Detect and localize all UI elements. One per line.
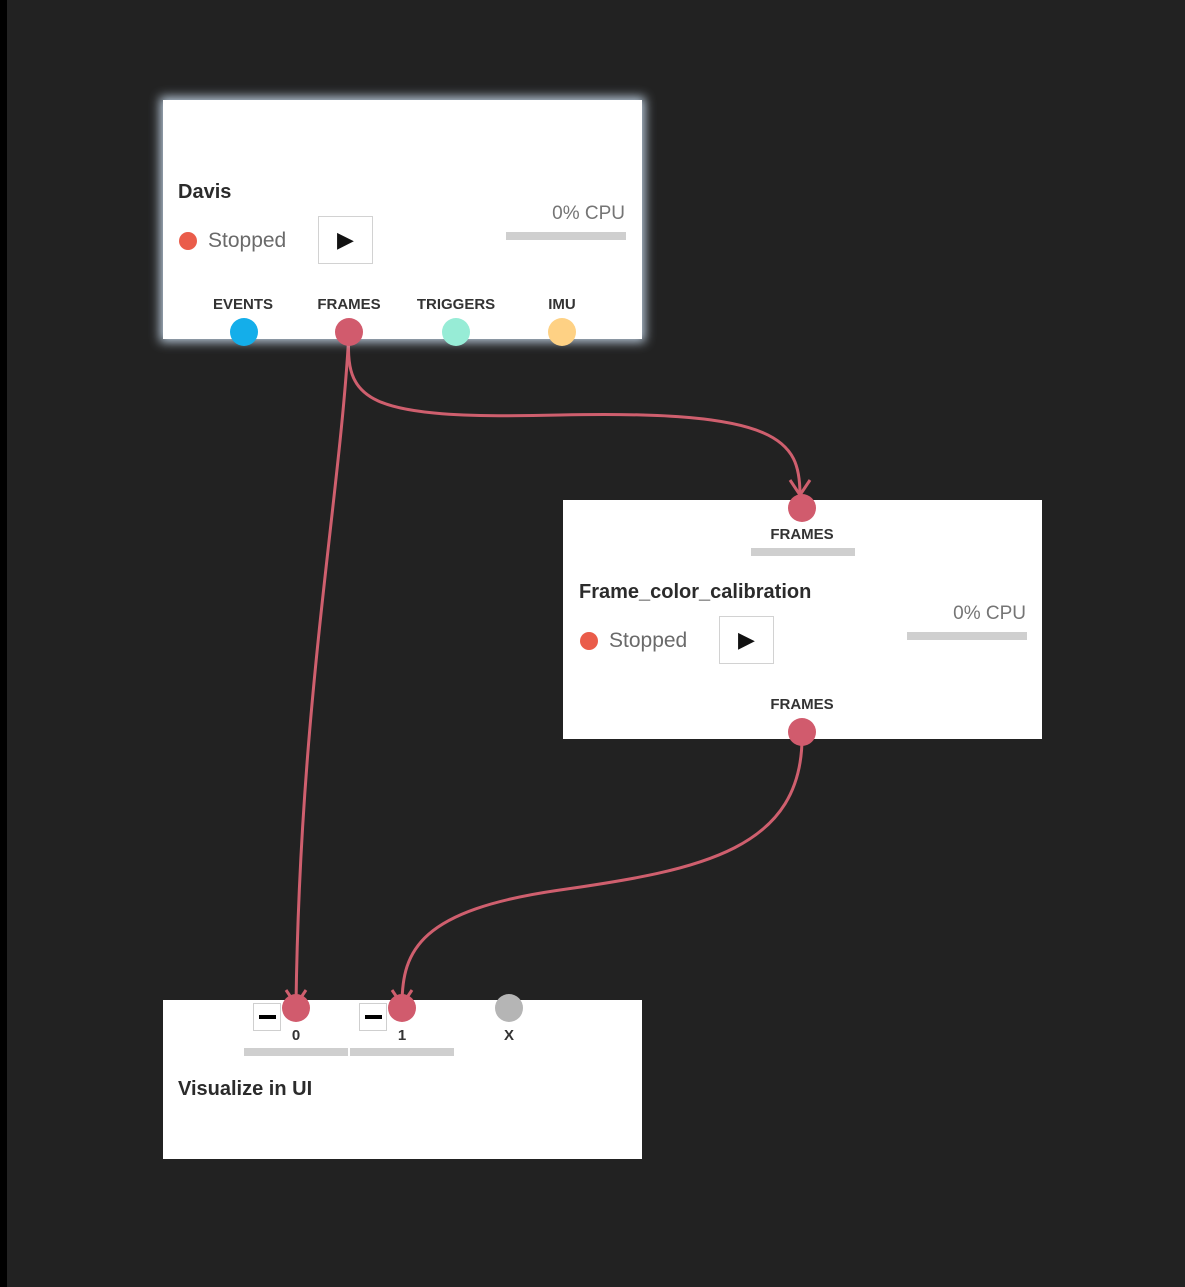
play-icon: ▶ [738,627,755,652]
play-button[interactable]: ▶ [318,216,373,264]
input-label-0: 0 [291,1027,301,1044]
input-port-bar [751,548,855,556]
minus-icon [365,1015,382,1019]
input-port-0-bar [244,1048,348,1056]
input-port-1-bar [350,1048,454,1056]
input-port-frames[interactable] [788,494,816,522]
input-port-1[interactable] [388,994,416,1022]
module-title: Davis [178,181,232,203]
output-port-frames[interactable] [335,318,363,346]
output-port-frames[interactable] [788,718,816,746]
module-title: Visualize in UI [178,1078,313,1100]
input-port-new[interactable] [495,994,523,1022]
output-label-triggers: TRIGGERS [416,296,496,313]
module-title: Frame_color_calibration [579,581,812,603]
cpu-usage-text: 0% CPU [552,203,625,224]
output-port-events[interactable] [230,318,258,346]
output-label-frames: FRAMES [770,696,834,713]
input-label-frames: FRAMES [770,526,834,543]
status-text: Stopped [208,229,287,252]
input-port-0[interactable] [282,994,310,1022]
output-label-imu: IMU [548,296,576,313]
status-indicator-dot [580,632,598,650]
minus-icon [259,1015,276,1019]
output-label-events: EVENTS [212,296,273,313]
module-visualize-in-ui[interactable]: 0 1 X Visualize in UI [163,994,642,1159]
cpu-usage-text: 0% CPU [953,603,1026,624]
cpu-usage-bar [907,632,1027,640]
cpu-usage-bar [506,232,626,240]
module-frame-color-calibration[interactable]: FRAMES Frame_color_calibration Stopped ▶… [563,494,1042,746]
play-icon: ▶ [337,227,354,252]
output-port-imu[interactable] [548,318,576,346]
module-davis[interactable]: Davis Stopped ▶ 0% CPU EVENTS FRAMES TRI… [163,100,642,346]
status-text: Stopped [609,629,688,652]
input-label-1: 1 [397,1027,407,1044]
play-button[interactable]: ▶ [719,616,774,664]
output-label-frames: FRAMES [317,296,381,313]
output-port-triggers[interactable] [442,318,470,346]
status-indicator-dot [179,232,197,250]
input-label-new: X [503,1027,514,1044]
